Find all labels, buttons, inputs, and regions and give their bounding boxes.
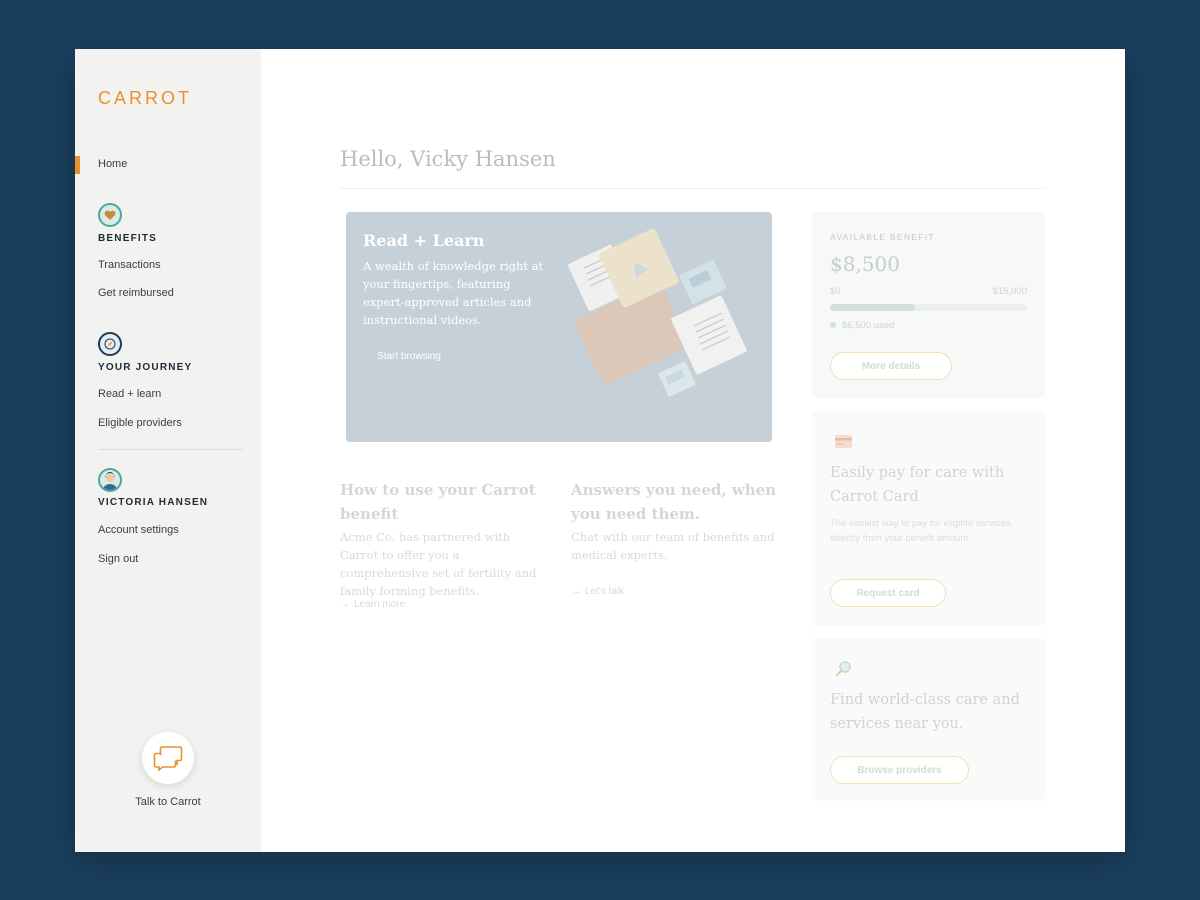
arrow-right-icon: → xyxy=(571,586,581,597)
arrow-right-icon: → xyxy=(340,599,350,610)
benefit-min: $0 xyxy=(830,286,841,297)
how-to-use-text: Acme Co. has partnered with Carrot to of… xyxy=(340,530,537,598)
benefit-progress-bar xyxy=(830,304,1027,311)
sidebar-divider xyxy=(98,449,243,450)
active-indicator xyxy=(75,156,80,174)
learn-more-link[interactable]: → Learn more xyxy=(340,599,405,610)
hero-description: A wealth of knowledge right at your fing… xyxy=(363,259,544,327)
benefit-used: $6,500 used xyxy=(830,320,894,331)
benefit-kicker: AVAILABLE BENEFIT xyxy=(830,232,935,242)
page-title: Hello, Vicky Hansen xyxy=(340,147,556,171)
benefit-amount: $8,500 xyxy=(830,252,900,276)
section-title-journey: YOUR JOURNEY xyxy=(98,362,193,373)
sidebar-item-transactions[interactable]: Transactions xyxy=(98,259,161,271)
sidebar-item-read-learn[interactable]: Read + learn xyxy=(98,388,161,400)
benefit-progress-fill xyxy=(830,304,916,311)
talk-to-carrot-button[interactable] xyxy=(142,732,194,784)
carrot-card-offer: Easily pay for care with Carrot Card The… xyxy=(812,411,1045,626)
answers-title: Answers you need, when you need them. xyxy=(571,481,777,523)
sidebar-item-get-reimbursed[interactable]: Get reimbursed xyxy=(98,287,174,299)
magnifier-icon xyxy=(835,661,851,677)
how-to-use-title: How to use your Carrot benefit xyxy=(340,481,536,523)
sidebar: CARROT Home BENEFITS Transactions Get re… xyxy=(75,49,261,852)
lets-talk-link[interactable]: → Let's talk xyxy=(571,586,624,597)
credit-card-icon xyxy=(835,435,852,448)
find-providers-card: Find world-class care and services near … xyxy=(812,638,1045,801)
sidebar-item-eligible-providers[interactable]: Eligible providers xyxy=(98,417,182,429)
talk-to-carrot-label: Talk to Carrot xyxy=(135,796,201,808)
section-title-account: VICTORIA HANSEN xyxy=(98,497,209,508)
sidebar-item-account-settings[interactable]: Account settings xyxy=(98,524,179,536)
browse-providers-button[interactable]: Browse providers xyxy=(830,756,969,784)
carrot-logo[interactable]: CARROT xyxy=(98,88,192,109)
read-learn-hero-card[interactable]: Read + Learn A wealth of knowledge right… xyxy=(346,212,772,442)
arrow-right-icon: → xyxy=(363,351,373,362)
benefit-max: $15,000 xyxy=(992,286,1027,297)
carrot-card-text: The easiest way to pay for eligible serv… xyxy=(830,518,1014,544)
avatar-icon[interactable] xyxy=(98,468,122,492)
section-title-benefits: BENEFITS xyxy=(98,233,158,244)
hero-title: Read + Learn xyxy=(363,231,485,250)
app-window: CARROT Home BENEFITS Transactions Get re… xyxy=(75,49,1125,852)
answers-text: Chat with our team of benefits and medic… xyxy=(571,530,775,562)
articles-illustration xyxy=(567,228,747,397)
available-benefit-card: AVAILABLE BENEFIT $8,500 $0 $15,000 $6,5… xyxy=(812,212,1045,398)
sidebar-item-home[interactable]: Home xyxy=(98,158,127,170)
chat-bubbles-icon xyxy=(153,746,183,771)
find-care-title: Find world-class care and services near … xyxy=(830,692,1020,732)
more-details-button[interactable]: More details xyxy=(830,352,952,380)
main-content: Hello, Vicky Hansen Read + Learn A wealt… xyxy=(261,49,1125,852)
legend-dot xyxy=(830,322,836,329)
sidebar-item-sign-out[interactable]: Sign out xyxy=(98,553,138,565)
carrot-card-title: Easily pay for care with Carrot Card xyxy=(830,465,1005,505)
start-browsing-link[interactable]: → Start browsing xyxy=(363,351,441,362)
heart-icon xyxy=(98,203,122,227)
compass-icon xyxy=(98,332,122,356)
title-divider xyxy=(340,188,1046,189)
request-card-button[interactable]: Request card xyxy=(830,579,946,607)
